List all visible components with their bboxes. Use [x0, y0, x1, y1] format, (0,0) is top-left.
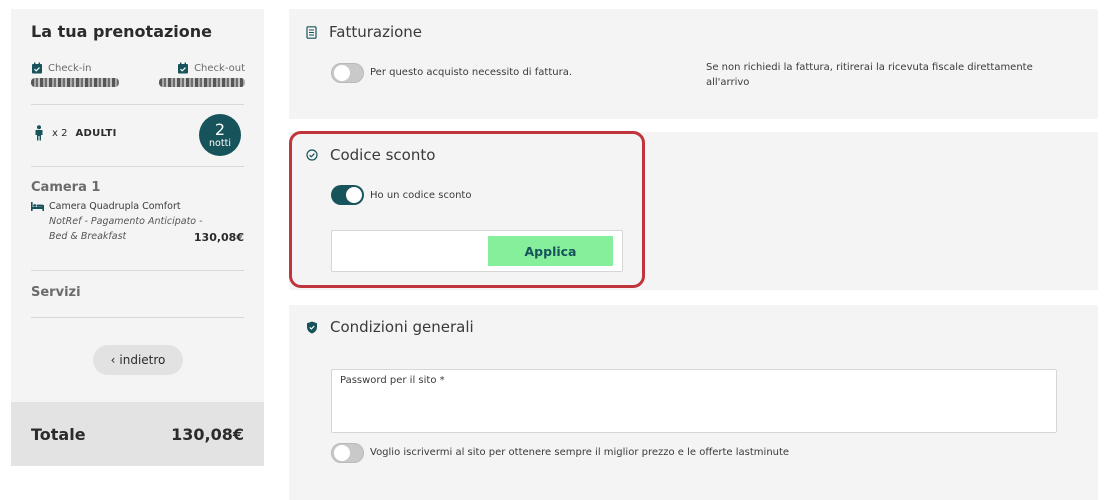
nights-number: 2 — [214, 119, 226, 139]
back-button-label: indietro — [119, 353, 166, 367]
billing-header: Fatturazione — [306, 23, 422, 41]
billing-title: Fatturazione — [329, 23, 423, 41]
services-label: Servizi — [31, 285, 81, 300]
room-name: Camera Quadrupla Comfort — [49, 201, 181, 212]
calendar-check-icon — [178, 62, 189, 74]
bed-icon — [31, 202, 44, 211]
billing-note: Se non richiedi la fattura, ritirerai la… — [706, 62, 1033, 88]
nights-label: notti — [209, 137, 231, 149]
nights-badge: 2 notti — [199, 114, 241, 156]
divider — [31, 166, 244, 167]
checkout-label: Check-out — [194, 62, 245, 74]
checkin-label: Check-in — [48, 62, 92, 74]
checkout-block: Check-out — [159, 61, 245, 87]
conditions-panel: Condizioni generali Password per il sito… — [289, 305, 1098, 500]
total-label: Totale — [31, 424, 86, 444]
person-icon — [35, 125, 43, 141]
calendar-check-icon — [32, 62, 42, 74]
booking-page: La tua prenotazione Check-in Check-out x… — [0, 0, 1109, 500]
guests-type: ADULTI — [75, 127, 117, 139]
invoice-toggle[interactable] — [331, 63, 364, 83]
checkout-date-redacted — [159, 78, 245, 87]
divider — [31, 270, 244, 271]
guests-count: x 2 — [52, 127, 68, 139]
conditions-header: Condizioni generali — [306, 318, 474, 336]
booking-summary-sidebar: La tua prenotazione Check-in Check-out x… — [11, 9, 264, 466]
password-input[interactable] — [340, 392, 1040, 426]
room-title: Camera 1 — [31, 180, 101, 195]
newsletter-toggle-label: Voglio iscrivermi al sito per ottenere s… — [370, 447, 790, 458]
checkin-block: Check-in — [31, 61, 119, 87]
room-name-row: Camera Quadrupla Comfort — [31, 201, 181, 212]
total-value: 130,08€ — [171, 424, 244, 444]
divider — [31, 317, 244, 318]
invoice-toggle-label: Per questo acquisto necessito di fattura… — [370, 67, 573, 78]
conditions-title: Condizioni generali — [330, 318, 474, 336]
password-field: Password per il sito * — [331, 369, 1057, 433]
password-label: Password per il sito * — [340, 375, 445, 386]
chevron-left-icon: ‹ — [110, 353, 116, 367]
checkin-date-redacted — [31, 78, 119, 87]
billing-panel: Fatturazione Per questo acquisto necessi… — [289, 9, 1098, 119]
total-box: Totale 130,08€ — [11, 402, 264, 466]
newsletter-toggle[interactable] — [331, 443, 364, 463]
divider — [31, 104, 244, 105]
sidebar-title: La tua prenotazione — [31, 22, 213, 41]
room-rate: NotRef - Pagamento Anticipato - Bed & Br… — [49, 216, 203, 242]
receipt-icon — [306, 25, 317, 39]
guests-info: x 2 ADULTI — [34, 125, 117, 141]
shield-check-icon — [307, 321, 317, 333]
discount-highlight-frame — [289, 131, 645, 288]
room-price: 130,08€ — [193, 231, 244, 244]
back-button[interactable]: ‹ indietro — [93, 345, 183, 375]
